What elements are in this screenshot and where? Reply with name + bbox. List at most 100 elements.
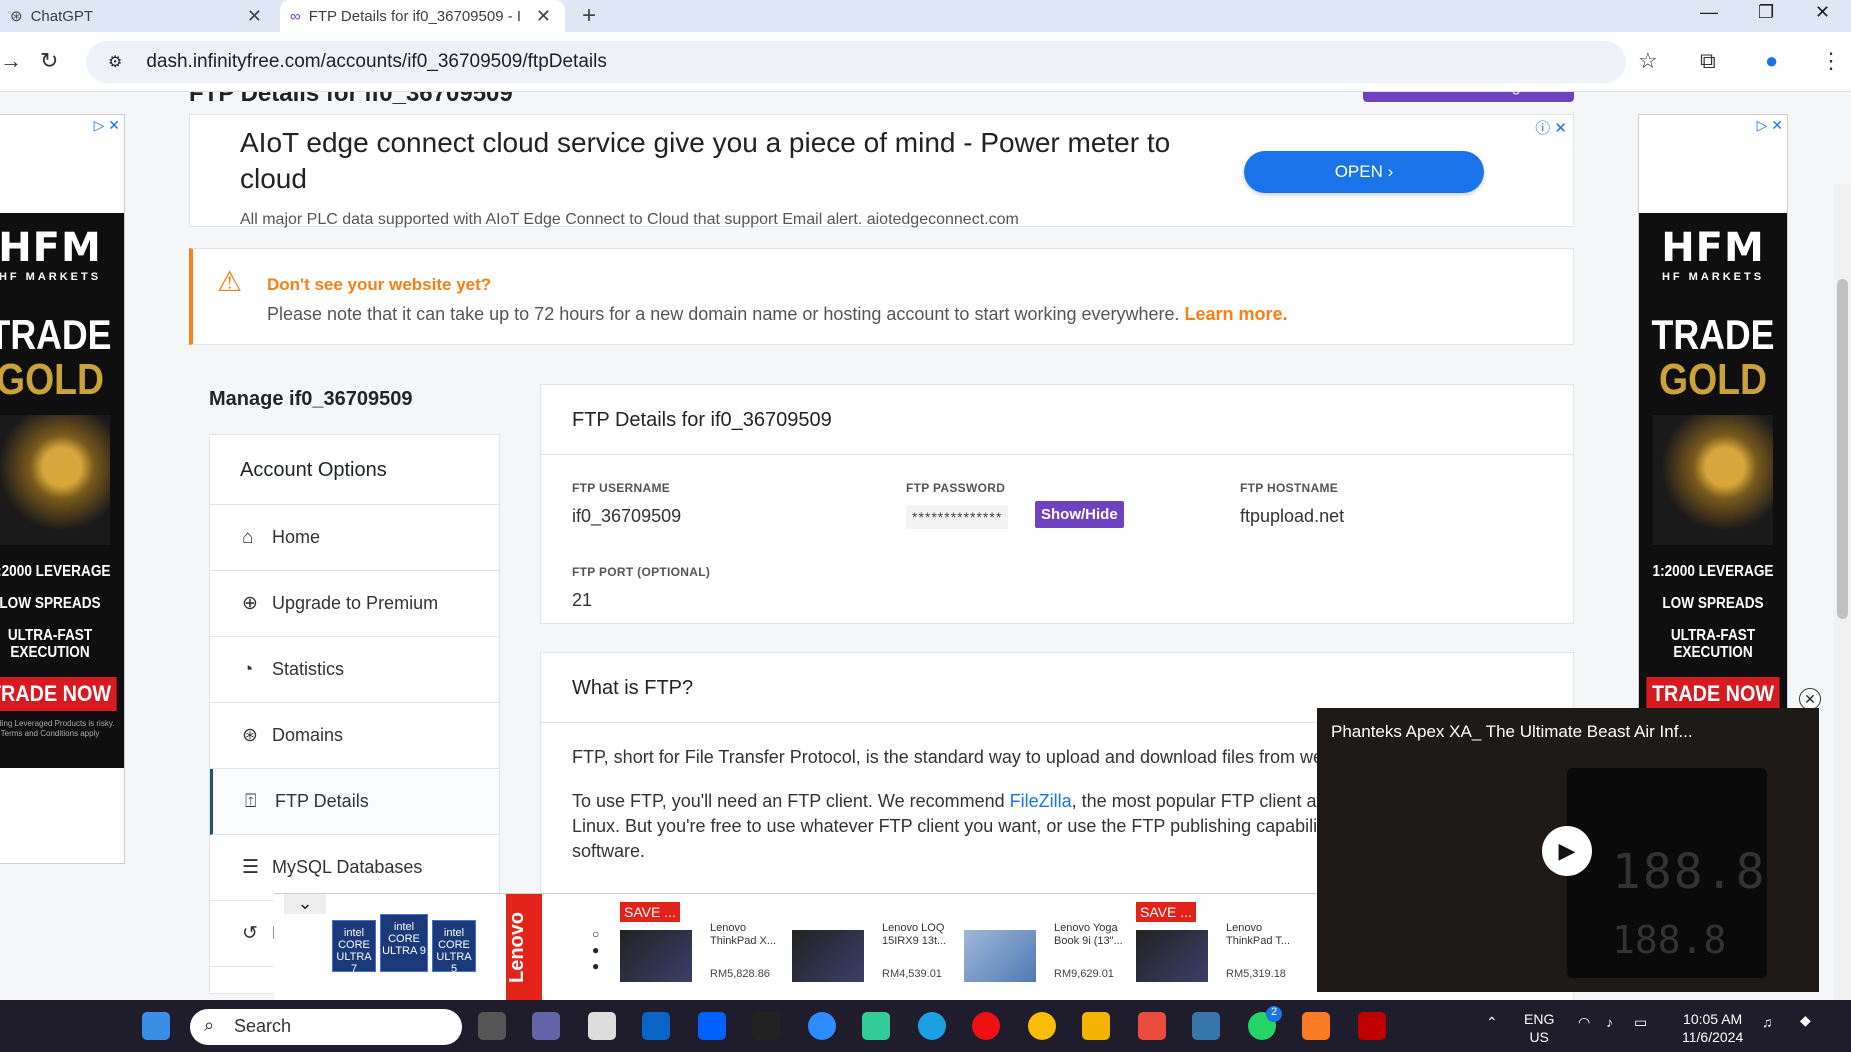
sidebar-item-label: FTP Details [275,791,369,811]
ad-headline[interactable]: AIoT edge connect cloud service give you… [240,125,1240,197]
python-icon[interactable] [1192,1012,1220,1040]
notification-badge: 2 [1266,1006,1282,1022]
adchoices-icon[interactable]: ▷ ✕ [94,117,120,134]
hostname-label: FTP HOSTNAME [1240,481,1339,495]
battery-icon[interactable]: ▭ [1634,1014,1647,1031]
volume-icon[interactable]: ♪ [1606,1014,1613,1030]
product-price: RM4,539.01 [882,968,942,980]
account-settings-button[interactable]: Account Settings [1363,92,1574,102]
close-window-icon[interactable]: ✕ [1815,2,1830,23]
ad-brand-sub: HF MARKETS [1661,271,1765,283]
menu-icon[interactable]: ⋮ [1820,48,1842,74]
windows-start-icon[interactable] [142,1012,170,1040]
copilot-icon[interactable]: ◆ [1800,1012,1811,1029]
site-info-icon[interactable]: ⚙ [108,52,122,72]
gold-image [0,415,110,545]
product-name: Lenovo ThinkPad X... [710,922,777,947]
p2-text-c: Linux. But you're free to use whatever F… [572,816,1346,836]
task-view-icon[interactable] [478,1012,506,1040]
file-upload-icon: ⍐ [245,790,257,812]
sidebar-item-label: Home [272,527,321,547]
bookmark-star-icon[interactable]: ☆ [1638,48,1658,74]
close-video-icon[interactable]: ✕ [1799,688,1821,710]
product-card[interactable]: Lenovo LOQ 15IRX9 13t... RM4,539.01 [792,902,962,997]
video-popup[interactable]: Phanteks Apex XA_ The Ultimate Beast Air… [1317,708,1819,992]
profile-icon[interactable]: ● [1765,48,1778,74]
url-text[interactable]: dash.infinityfree.com/accounts/if0_36709… [146,51,607,73]
chat-icon[interactable] [532,1012,560,1040]
sidebar-item-statistics[interactable]: ◔ Statistics [210,637,499,703]
close-tab-icon[interactable]: ✕ [536,6,551,27]
show-hide-button[interactable]: Show/Hide [1035,501,1124,528]
edge-icon[interactable] [918,1012,946,1040]
ad-brand: HFM [0,225,102,271]
ad-brand: HFM [1661,225,1765,271]
sidebar-item-domains[interactable]: ⊛ Domains [210,703,499,769]
ad-spreads: LOW SPREADS [1662,595,1764,612]
bell-icon[interactable]: ♫ [1762,1014,1773,1030]
wps-icon[interactable] [1138,1012,1166,1040]
close-tab-icon[interactable]: ✕ [247,6,262,27]
store-icon[interactable] [588,1012,616,1040]
tab-bar: ⊛ ChatGPT ✕ ∞ FTP Details for if0_367095… [0,0,1851,32]
sidebar-item-mysql[interactable]: ☰ MySQL Databases [210,835,499,901]
top-banner-ad[interactable]: AIoT edge connect cloud service give you… [189,114,1574,228]
filezilla-link[interactable]: FileZilla [1010,791,1072,811]
hostname-value: ftpupload.net [1240,506,1345,526]
tab-chatgpt[interactable]: ⊛ ChatGPT ✕ [0,0,276,32]
ad-open-button[interactable]: OPEN › [1244,151,1484,193]
dropbox-icon[interactable] [698,1012,726,1040]
filezilla-icon[interactable] [1358,1012,1386,1040]
carousel-dots[interactable]: ○ ● ● [592,926,599,974]
sidebar-item-ftp-details[interactable]: ⍐ FTP Details [210,769,499,835]
reload-icon[interactable]: ↻ [40,48,58,74]
ad-cta[interactable]: TRADE NOW [0,677,117,711]
page-scrollbar[interactable] [1834,184,1851,1000]
new-tab-icon[interactable]: + [582,2,596,30]
extensions-icon[interactable]: ⧉ [1700,48,1716,74]
learn-more-link[interactable]: Learn more. [1185,304,1288,324]
scroll-thumb[interactable] [1837,279,1848,619]
adchoices-icon[interactable]: ⓘ ✕ [1535,117,1567,138]
tab-ftp-details[interactable]: ∞ FTP Details for if0_36709509 - I ✕ [280,0,565,32]
left-side-ad[interactable]: ▷ ✕ HFM HF MARKETS TRADE GOLD 1:2000 LEV… [0,114,125,864]
ftp-details-card: FTP Details for if0_36709509 FTP USERNAM… [540,384,1574,624]
language-indicator[interactable]: ENG US [1524,1010,1554,1046]
ad-spreads: LOW SPREADS [0,595,101,612]
taskbar-search[interactable]: ⌕ Search [190,1009,462,1045]
omnibox[interactable]: ⚙ dash.infinityfree.com/accounts/if0_367… [86,41,1626,83]
username-value: if0_36709509 [572,506,682,526]
username-label: FTP USERNAME [572,481,671,495]
product-card[interactable]: Lenovo Yoga Book 9i (13"... RM9,629.01 [964,902,1134,997]
sidebar-item-upgrade[interactable]: ⊕ Upgrade to Premium [210,571,499,637]
adchoices-icon[interactable]: ▷ ✕ [1757,117,1783,134]
clock[interactable]: 10:05 AM 11/6/2024 [1682,1010,1743,1046]
wifi-icon[interactable]: ◠ [1578,1014,1590,1031]
mail-icon[interactable] [642,1012,670,1040]
file-explorer-icon[interactable] [1082,1012,1110,1040]
app-icon[interactable] [752,1012,780,1040]
save-badge: SAVE ... [620,902,680,922]
play-icon[interactable]: ▶ [1542,826,1592,876]
ad-cta[interactable]: TRADE NOW [1646,677,1780,711]
product-card[interactable]: SAVE ... Lenovo ThinkPad X... RM5,828.86 [620,902,790,997]
search-icon: ⌕ [204,1015,215,1035]
forward-icon[interactable]: → [0,48,22,74]
app-icon[interactable] [862,1012,890,1040]
collapse-ad-icon[interactable]: ⌄ [284,894,326,914]
chevron-up-icon[interactable]: ⌃ [1486,1014,1498,1031]
p2-text-a: To use FTP, you'll need an FTP client. W… [572,791,1010,811]
lang-2: US [1529,1029,1549,1045]
opera-icon[interactable] [972,1012,1000,1040]
product-card[interactable]: SAVE ... Lenovo ThinkPad T... RM5,319.18 [1136,902,1306,997]
xampp-icon[interactable] [1302,1012,1330,1040]
intel-badge: intel CORE ULTRA 9 [380,914,428,972]
chrome-icon[interactable] [1028,1012,1056,1040]
restore-icon[interactable]: ❐ [1758,2,1774,23]
lenovo-banner-ad[interactable]: ⌄ intel CORE ULTRA 7 intel CORE ULTRA 9 … [274,893,1354,1001]
sidebar-item-home[interactable]: ⌂ Home [210,505,499,571]
password-label: FTP PASSWORD [906,481,1006,495]
minimize-icon[interactable]: — [1700,2,1718,23]
ad-line2: GOLD [1658,355,1768,404]
zoom-icon[interactable] [808,1012,836,1040]
